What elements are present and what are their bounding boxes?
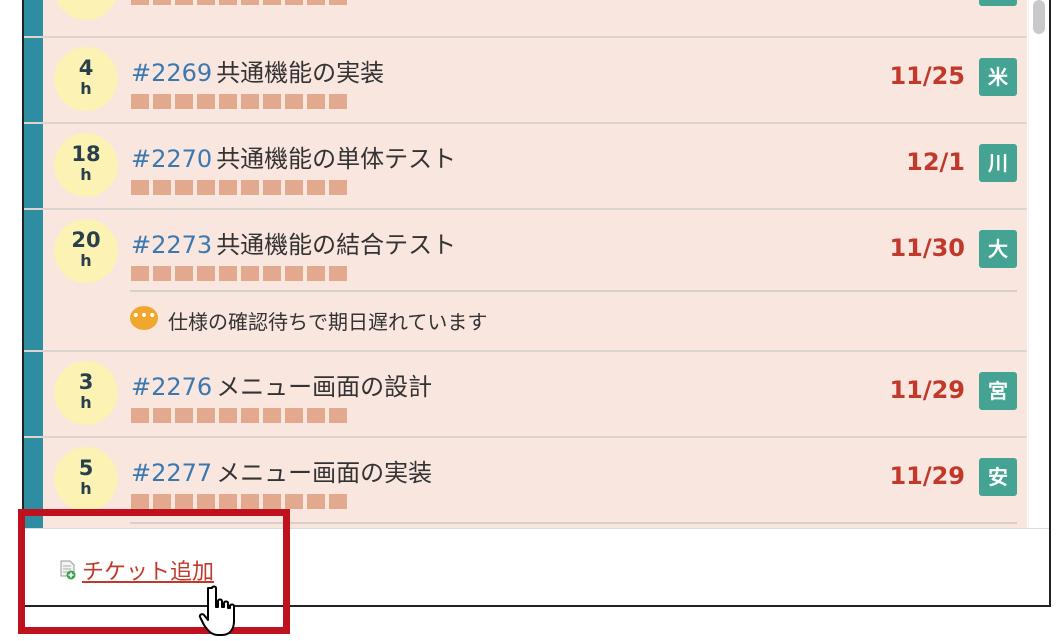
hours-circle: 3 h (54, 361, 118, 425)
due-date: 11/29 (889, 376, 965, 404)
ticket-title[interactable]: #2276 メニュー画面の設計 (131, 367, 432, 402)
due-date: 12/1 (906, 148, 965, 176)
ticket-subject[interactable]: 共通機能の実装 (216, 59, 384, 87)
ticket-id-link[interactable]: #2269 (131, 59, 212, 87)
hours-unit: h (80, 479, 92, 498)
ticket-id-link[interactable]: #2273 (131, 231, 212, 259)
hours-circle: 5 h (54, 447, 118, 511)
ticket-list: h 4 h #2269共通機能の実装 (24, 0, 1027, 528)
hours-circle: 20 h (54, 219, 118, 283)
ticket-subject[interactable]: メニュー画面の実装 (216, 459, 432, 487)
ticket-comment: ••• 仕様の確認待ちで期日遅れています (130, 290, 1017, 350)
ticket-id-link[interactable]: #2277 (131, 459, 212, 487)
hours-value: 4 (78, 56, 94, 80)
hours-value: 20 (71, 228, 101, 252)
comment-text: 仕様の確認待ちで期日遅れています (168, 310, 488, 334)
ticket-subject[interactable]: メニュー画面の設計 (216, 373, 432, 401)
hours-value: 3 (78, 370, 94, 394)
progress-boxes (131, 266, 347, 281)
ticket-subject[interactable]: 共通機能の単体テスト (216, 145, 456, 173)
assignee-badge[interactable]: 米 (979, 58, 1017, 96)
highlight-box (18, 509, 290, 634)
progress-boxes (131, 180, 347, 195)
ticket-subject[interactable]: 共通機能の結合テスト (216, 231, 456, 259)
due-date: 11/29 (889, 462, 965, 490)
ticket-id-link[interactable]: #2276 (131, 373, 212, 401)
hours-unit: h (80, 79, 92, 98)
hours-unit: h (80, 393, 92, 412)
ticket-card-partial[interactable]: h (24, 0, 1027, 38)
hours-unit: h (80, 165, 92, 184)
ticket-card[interactable]: 20 h #2273 共通機能の結合テスト 11/30 大 ••• 仕様の確認待ち… (24, 210, 1027, 352)
hours-unit: h (80, 251, 92, 270)
hours-circle: 4 h (54, 47, 118, 111)
progress-boxes (131, 0, 347, 5)
due-date: 11/25 (889, 62, 965, 90)
assignee-badge[interactable]: 宮 (979, 372, 1017, 410)
assignee-badge[interactable]: 大 (979, 230, 1017, 268)
ticket-title[interactable]: #2277 メニュー画面の実装 (131, 453, 432, 488)
progress-boxes (131, 408, 347, 423)
progress-boxes (131, 494, 347, 509)
ticket-card[interactable]: 18 h #2270 共通機能の単体テスト 12/1 川 (24, 124, 1027, 210)
progress-boxes (131, 94, 347, 109)
hours-value: 5 (78, 456, 94, 480)
speech-bubble-icon: ••• (130, 306, 158, 330)
assignee-badge[interactable] (979, 0, 1017, 6)
due-date: 11/30 (889, 234, 965, 262)
ticket-title[interactable]: #2273 共通機能の結合テスト (131, 225, 456, 260)
ticket-card[interactable]: 3 h #2276 メニュー画面の設計 11/29 宮 (24, 352, 1027, 438)
hours-circle: h (54, 0, 118, 20)
hours-circle: 18 h (54, 133, 118, 197)
ticket-title[interactable]: #2269 共通機能の実装 (131, 53, 384, 88)
ticket-card[interactable]: 4 h #2269 共通機能の実装 11/25 米 (24, 38, 1027, 124)
ticket-id-link[interactable]: #2270 (131, 145, 212, 173)
hand-pointer-icon (196, 583, 240, 637)
assignee-badge[interactable]: 川 (979, 144, 1017, 182)
hours-value: 18 (71, 142, 101, 166)
scrollbar[interactable] (1028, 0, 1049, 528)
ticket-title[interactable]: #2270 共通機能の単体テスト (131, 139, 456, 174)
assignee-badge[interactable]: 安 (979, 458, 1017, 496)
scrollbar-thumb[interactable] (1033, 0, 1045, 34)
